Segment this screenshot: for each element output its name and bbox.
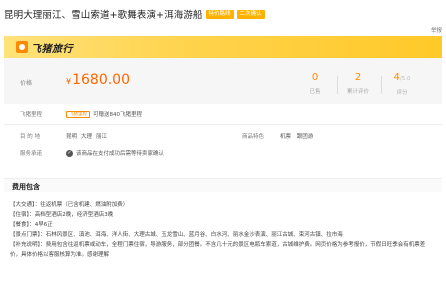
fee-details: 【大交通】：往返机票（已含机建、燃油附加费） 【住宿】：高档型酒店2晚，经济型酒… xyxy=(4,200,442,260)
mileage-badge: 飞猪里程 xyxy=(66,110,90,118)
divider xyxy=(4,124,442,125)
service-label: 服务承诺 xyxy=(20,151,43,157)
destination-item: 丽江 xyxy=(96,134,108,140)
fee-line-hotel: 【住宿】：高档型酒店2晚，经济型酒店3晚 xyxy=(10,212,114,218)
fee-line-notes: 【补充说明】：费用包含往返机票或动车，全程门票住宿，导游服务，部分团餐。不含几十… xyxy=(10,242,426,258)
price-currency: ¥ xyxy=(66,77,72,86)
stat-sold-label: 已售 xyxy=(309,89,321,95)
fee-line-tickets: 【景点门票】：石林风景区、滇池、洱海、洋人街、大理古城、玉龙雪山、蓝月谷、白水河… xyxy=(10,232,343,238)
stat-rating: 4/5.0 评分 xyxy=(382,72,422,96)
service-value: ✓ 该商品在支付成功后需等待卖家确认 xyxy=(66,149,164,157)
features: 商品特色 机票 跟团游 xyxy=(242,132,317,140)
brand-logo[interactable]: 飞猪旅行 xyxy=(16,40,73,55)
stat-sold: 0 已售 xyxy=(295,72,335,95)
price-amount: 1680.00 xyxy=(72,72,130,88)
tag-second-confirm: 二次确认 xyxy=(236,9,265,19)
stat-reviews-value: 2 xyxy=(354,72,362,83)
tag-special-route: 特价路线 xyxy=(205,9,234,19)
destination-values: 昆明 大理 丽江 xyxy=(66,132,111,140)
features-values: 机票 跟团游 xyxy=(280,132,317,140)
brand-name: 飞猪旅行 xyxy=(31,43,73,55)
fee-line-transport: 【大交通】：往返机票（已含机建、燃油附加费） xyxy=(10,202,129,208)
stat-rating-value: 4/5.0 xyxy=(382,72,422,85)
stat-reviews[interactable]: 2 累计评价 xyxy=(338,72,378,95)
fee-line-meals: 【餐食】：4早6正 xyxy=(10,222,53,228)
stat-rating-label: 评分 xyxy=(396,90,408,96)
destination-label: 目 的 地 xyxy=(20,134,40,140)
features-label: 商品特色 xyxy=(242,134,265,140)
mileage-text: 可赠送840飞猪里程 xyxy=(93,112,142,118)
price-label: 价格 xyxy=(20,80,33,87)
stat-sold-value: 0 xyxy=(311,72,319,83)
feature-item: 跟团游 xyxy=(296,134,314,140)
service-text: 该商品在支付成功后需等待卖家确认 xyxy=(76,151,165,157)
report-link[interactable]: 举报 xyxy=(431,26,442,34)
destination-item: 大理 xyxy=(81,134,93,140)
mileage-label: 飞猪里程 xyxy=(20,112,43,118)
destination-item: 昆明 xyxy=(66,134,78,140)
rating-scale: /5.0 xyxy=(399,76,411,82)
check-circle-icon: ✓ xyxy=(66,149,73,157)
fee-section-header: 费用包含 xyxy=(4,178,442,192)
mileage-value: 飞猪里程 可赠送840飞猪里程 xyxy=(66,110,142,118)
product-title: 昆明大理丽江、雪山索道+歌舞表演+洱海游船 xyxy=(4,10,203,21)
price-value: ¥1680.00 xyxy=(66,72,130,88)
brand-bar: 飞猪旅行 xyxy=(4,36,442,58)
fee-section-title: 费用包含 xyxy=(12,183,40,191)
stat-reviews-label: 累计评价 xyxy=(346,89,369,95)
price-panel: 价格 ¥1680.00 0 已售 2 累计评价 4/5.0 评分 xyxy=(4,58,442,104)
product-title-row: 昆明大理丽江、雪山索道+歌舞表演+洱海游船 特价路线 二次确认 xyxy=(4,7,442,21)
service-row: 服务承诺 ✓ 该商品在支付成功后需等待卖家确认 xyxy=(4,147,442,159)
destination-row: 目 的 地 昆明 大理 丽江 商品特色 机票 跟团游 xyxy=(4,130,442,142)
feature-item: 机票 xyxy=(280,134,292,140)
mileage-row: 飞猪里程 飞猪里程 可赠送840飞猪里程 xyxy=(4,108,442,120)
fliggy-logo-icon xyxy=(16,41,28,53)
